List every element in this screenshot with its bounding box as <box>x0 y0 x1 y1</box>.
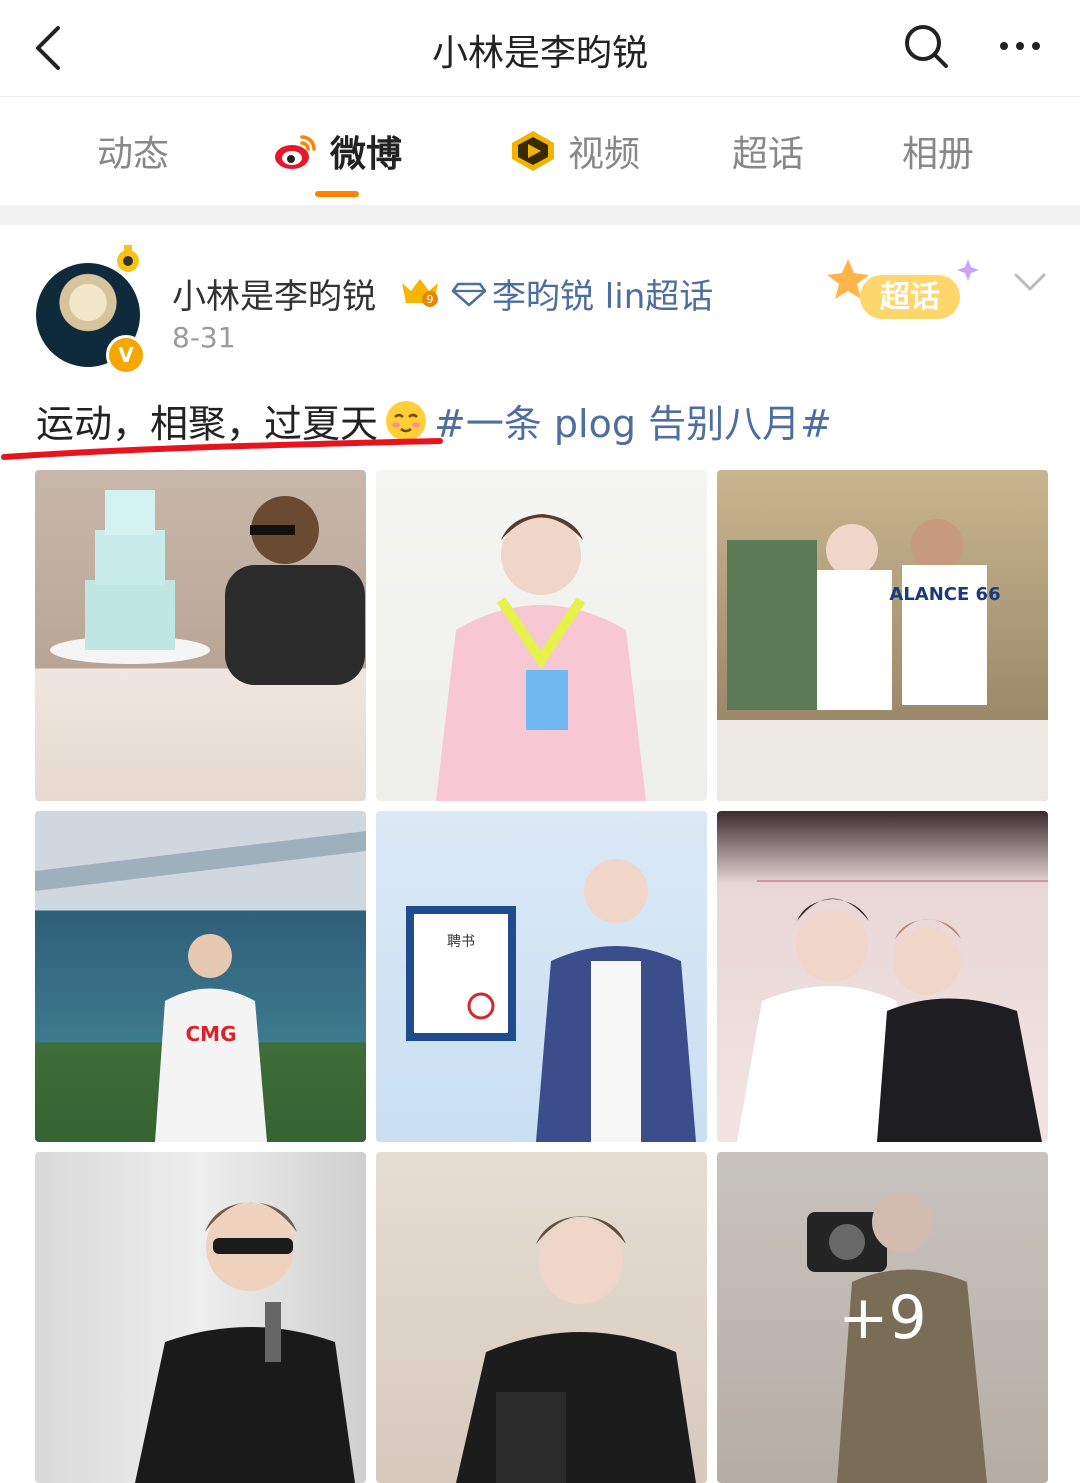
certificate-caption: 聘书 <box>447 934 475 950</box>
profile-tabs: 动态 微博 视频 超话 相册 <box>0 97 1080 205</box>
weibo-post: V 小林是李昀锐 9 李昀锐 lin超话 8-31 超话 运动，相聚，过夏天 #… <box>0 225 1080 1483</box>
tshirt-caption: CMG <box>186 1022 237 1046</box>
photo-thumbnail[interactable] <box>376 1152 707 1483</box>
diamond-icon <box>452 282 486 306</box>
search-icon[interactable] <box>900 20 952 72</box>
highlight-underline <box>1 438 443 460</box>
supertopic-badge[interactable]: 超话 <box>820 249 990 333</box>
jersey-caption: ALANCE 66 <box>889 584 1000 605</box>
photo-thumbnail[interactable]: +9 <box>717 1152 1048 1483</box>
crown-icon: 9 <box>402 279 438 307</box>
post-date: 8-31 <box>172 321 236 354</box>
tab-dynamics[interactable]: 动态 <box>70 97 196 205</box>
photo-thumbnail[interactable] <box>717 811 1048 1142</box>
photo-thumbnail[interactable] <box>376 470 707 801</box>
hashtag-link[interactable]: #一条 plog 告别八月# <box>434 393 832 448</box>
tab-label: 动态 <box>96 134 169 175</box>
tab-label: 微博 <box>329 134 402 175</box>
active-tab-indicator <box>315 191 359 197</box>
author-name[interactable]: 小林是李昀锐 <box>172 269 376 318</box>
photo-thumbnail[interactable]: CMG <box>35 811 366 1142</box>
tab-label: 超话 <box>731 134 804 175</box>
section-divider <box>0 205 1080 225</box>
verified-badge: V <box>106 335 146 375</box>
weibo-icon <box>274 135 316 169</box>
tab-video[interactable]: 视频 <box>494 97 654 205</box>
tab-supertopic[interactable]: 超话 <box>712 97 824 205</box>
supertopic-badge-label: 超话 <box>880 280 940 315</box>
photo-thumbnail[interactable] <box>35 1152 366 1483</box>
photo-thumbnail[interactable] <box>35 470 366 801</box>
svg-text:9: 9 <box>427 293 434 306</box>
tab-label: 视频 <box>567 134 640 175</box>
tab-weibo[interactable]: 微博 <box>262 97 412 205</box>
avatar-pendant-icon <box>117 245 139 272</box>
more-icon[interactable] <box>994 22 1046 74</box>
supertopic-link[interactable]: 李昀锐 lin超话 <box>452 269 713 318</box>
tab-label: 相册 <box>901 134 974 175</box>
video-icon <box>511 131 554 171</box>
photo-grid: ALANCE 66 CMG 聘书 +9 <box>35 470 1048 1483</box>
more-photos-count[interactable]: +9 <box>717 1152 1048 1483</box>
top-bar: 小林是李昀锐 <box>0 0 1080 97</box>
photo-thumbnail[interactable]: ALANCE 66 <box>717 470 1048 801</box>
tab-album[interactable]: 相册 <box>882 97 994 205</box>
photo-thumbnail[interactable]: 聘书 <box>376 811 707 1142</box>
chevron-down-icon[interactable] <box>1010 267 1050 297</box>
supertopic-label: 李昀锐 lin超话 <box>492 277 714 317</box>
